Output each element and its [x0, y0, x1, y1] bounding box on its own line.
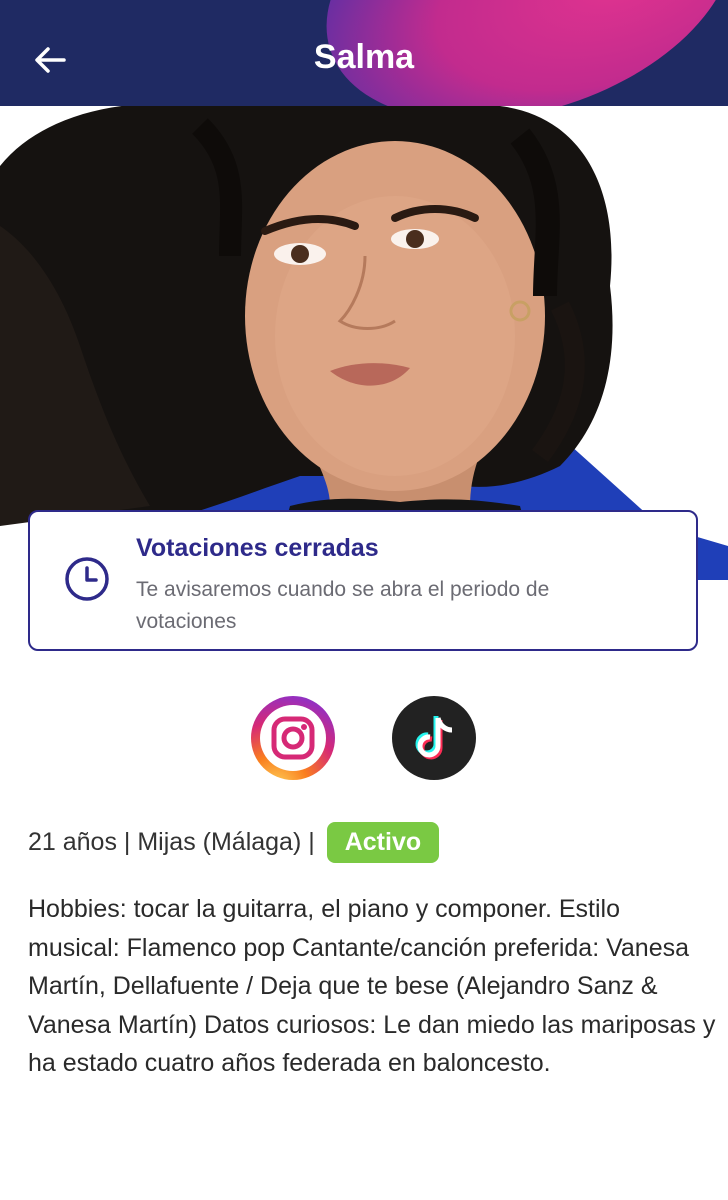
voting-status-title: Votaciones cerradas [136, 534, 379, 562]
profile-bio: Hobbies: tocar la guitarra, el piano y c… [28, 895, 716, 1077]
tiktok-icon[interactable] [392, 696, 476, 780]
age-location: 21 años | Mijas (Málaga) | [28, 827, 315, 856]
profile-info: 21 años | Mijas (Málaga) | Activo [28, 821, 440, 863]
voting-status-subtitle: Te avisaremos cuando se abra el periodo … [136, 578, 550, 633]
app-header: Salma [0, 0, 728, 106]
page-title: Salma [313, 38, 415, 76]
contestant-photo [0, 106, 728, 580]
voting-status-card: Votaciones cerradas Te avisaremos cuando… [28, 510, 698, 651]
instagram-icon[interactable] [251, 696, 335, 780]
clock-icon [63, 555, 111, 603]
status-badge: Activo [326, 821, 440, 863]
